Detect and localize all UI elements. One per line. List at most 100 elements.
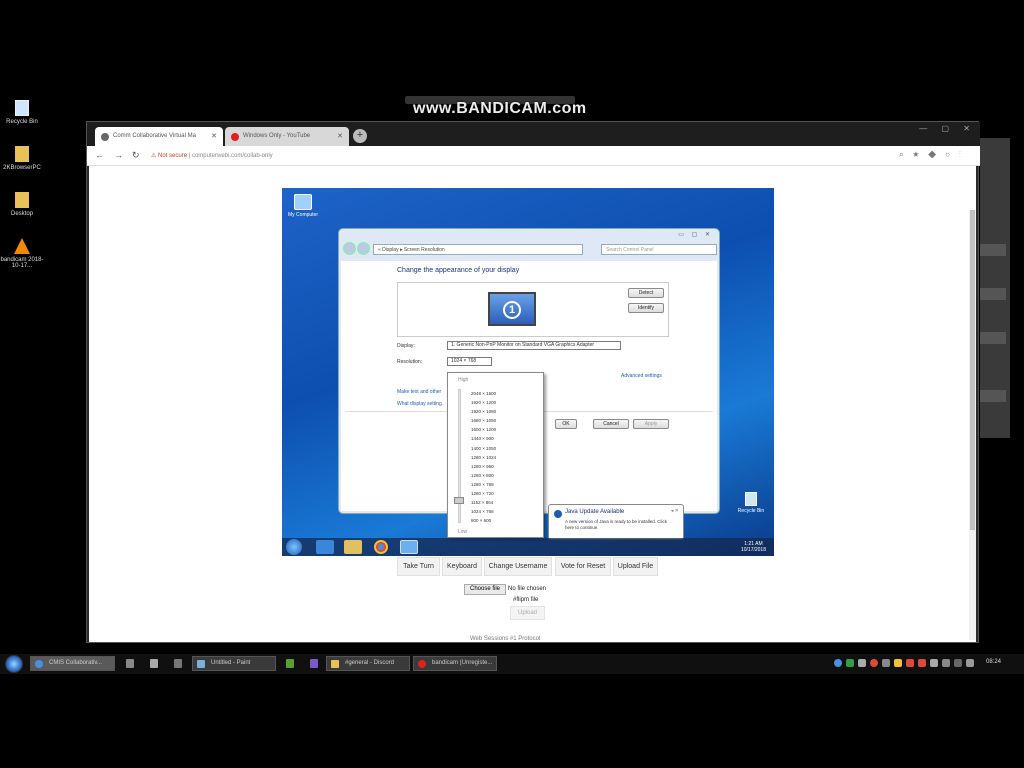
cancel-button[interactable]: Cancel — [593, 419, 629, 429]
taskbar-item-chrome[interactable]: CMIS Collaborativ... — [30, 656, 115, 671]
start-button[interactable] — [5, 655, 23, 673]
tray-icon[interactable] — [942, 659, 950, 667]
change-username-button[interactable]: Change Username — [484, 557, 552, 576]
desktop-icon-2kbrowserpc[interactable]: 2KBrowserPC — [0, 146, 44, 171]
taskbar-item-bandicam[interactable]: bandicam (Unregiste... — [413, 656, 497, 671]
choose-file-button[interactable]: Choose file — [464, 584, 506, 595]
resolution-option[interactable]: 1280 × 960 — [471, 462, 531, 471]
text-size-link[interactable]: Make text and other — [397, 389, 441, 395]
ok-button[interactable]: OK — [555, 419, 577, 429]
breadcrumb[interactable]: « Display ▸ Screen Resolution — [373, 244, 583, 255]
network-icon[interactable] — [954, 659, 962, 667]
resolution-option[interactable]: 1680 × 1050 — [471, 416, 531, 425]
advanced-settings-link[interactable]: Advanced settings — [621, 373, 662, 379]
remote-desktop[interactable]: My Computer Recycle Bin ▭ ▢ ✕ « Display … — [282, 188, 774, 556]
resolution-option[interactable]: 1280 × 720 — [471, 489, 531, 498]
back-icon[interactable]: ← — [95, 150, 104, 160]
apply-button[interactable]: Apply — [633, 419, 669, 429]
resolution-option[interactable]: 2048 × 1600 — [471, 389, 531, 398]
detect-button[interactable]: Detect — [628, 288, 664, 298]
vm-clock[interactable]: 1:21 AM 10/17/2018 — [741, 541, 766, 553]
taskbar-item-paint[interactable]: Untitled - Paint — [192, 656, 276, 671]
scrollbar-thumb[interactable] — [970, 210, 975, 530]
display-taskbar-icon[interactable] — [400, 540, 418, 554]
resolution-option[interactable]: 1920 × 1200 — [471, 398, 531, 407]
keyboard-button[interactable]: Keyboard — [442, 557, 482, 576]
resolution-option[interactable]: 1024 × 768 — [471, 507, 531, 516]
explorer-icon[interactable] — [344, 540, 362, 554]
ie-icon[interactable] — [316, 540, 334, 554]
volume-icon[interactable] — [966, 659, 974, 667]
tray-icon[interactable] — [834, 659, 842, 667]
taskbar-item-discord[interactable]: #general - Discord — [326, 656, 410, 671]
resolution-option[interactable]: 1920 × 1080 — [471, 407, 531, 416]
tray-icon[interactable] — [918, 659, 926, 667]
tray-icon[interactable] — [846, 659, 854, 667]
resolution-dropdown[interactable]: High 2048 × 1600 1920 × 1200 1920 × 1080 16… — [447, 372, 544, 538]
tray-icon[interactable] — [870, 659, 878, 667]
resolution-option[interactable]: 1280 × 800 — [471, 471, 531, 480]
zoom-icon[interactable]: ⌕ — [899, 150, 912, 159]
window-caption-buttons[interactable]: ▭ ▢ ✕ — [678, 231, 713, 238]
tray-icon[interactable] — [930, 659, 938, 667]
forward-icon[interactable] — [357, 242, 370, 255]
reload-icon[interactable]: ↻ — [132, 150, 140, 161]
menu-icon[interactable]: ⋮ — [959, 150, 970, 159]
app-icon[interactable] — [286, 659, 294, 668]
display-select[interactable]: 1. Generic Non-PnP Monitor on Standard V… — [447, 341, 621, 350]
vote-reset-button[interactable]: Vote for Reset — [555, 557, 611, 576]
resolution-option[interactable]: 1440 × 900 — [471, 434, 531, 443]
taskbar-clock[interactable]: 08:24 — [986, 659, 1001, 665]
search-control-panel-input[interactable]: Search Control Panel — [601, 244, 717, 255]
upload-file-button[interactable]: Upload File — [613, 557, 658, 576]
vm-recycle-bin[interactable]: Recycle Bin — [734, 492, 768, 514]
file-status: No file chosen — [508, 586, 547, 592]
display-settings-help-link[interactable]: What display setting — [397, 401, 442, 407]
page-footer-text: Web Sessions #1 Protocol — [470, 636, 541, 642]
take-turn-button[interactable]: Take Turn — [397, 557, 440, 576]
upload-button[interactable]: Upload — [510, 606, 545, 620]
window-icon[interactable] — [150, 659, 158, 668]
resolution-option[interactable]: 800 × 600 — [471, 516, 531, 525]
resolution-select[interactable]: 1024 × 768 — [447, 357, 492, 366]
desktop-icon-label: bandicam 2018-10-17... — [0, 257, 44, 269]
identify-button[interactable]: Identify — [628, 303, 664, 313]
resolution-option[interactable]: 1600 × 1200 — [471, 425, 531, 434]
new-tab-button[interactable]: + — [353, 129, 367, 143]
resolution-slider-thumb[interactable] — [454, 497, 464, 504]
monitor-icon[interactable]: 1 — [488, 292, 536, 326]
low-label: Low — [458, 529, 468, 535]
resolution-option[interactable]: 1280 × 1024 — [471, 453, 531, 462]
profile-icon[interactable]: ○ — [945, 150, 959, 159]
tray-icon[interactable] — [906, 659, 914, 667]
desktop-icon-recycle-bin[interactable]: Recycle Bin — [0, 100, 44, 125]
tray-icon[interactable] — [858, 659, 866, 667]
tab-youtube[interactable]: Windows Only - YouTube ✕ — [225, 127, 349, 146]
java-update-notification[interactable]: Java Update Available A new version of J… — [548, 504, 684, 540]
extension-icon[interactable]: ◆ — [928, 150, 945, 159]
address-bar[interactable]: ⚠ Not secure | computerwebi.com/collab-o… — [151, 149, 891, 163]
resolution-option[interactable]: 1280 × 768 — [471, 480, 531, 489]
tray-icon[interactable] — [894, 659, 902, 667]
back-icon[interactable] — [343, 242, 356, 255]
close-tab-icon[interactable]: ✕ — [211, 132, 217, 140]
vm-start-button[interactable] — [286, 539, 302, 555]
page-scrollbar[interactable] — [969, 210, 976, 640]
close-notification-icon[interactable]: ◂ ✕ — [671, 508, 679, 514]
vm-my-computer[interactable]: My Computer — [288, 194, 318, 218]
tab-collab[interactable]: Comm Collaborative Virtual Ma ✕ — [95, 127, 223, 146]
taskbar-item-label: #general - Discord — [345, 660, 395, 666]
resolution-option[interactable]: 1152 × 864 — [471, 498, 531, 507]
bookmark-star-icon[interactable]: ★ — [913, 150, 929, 159]
tray-icon[interactable] — [882, 659, 890, 667]
window-controls[interactable]: — ▢ ✕ — [919, 124, 976, 133]
terminal-icon[interactable] — [126, 659, 134, 668]
chrome-icon[interactable] — [374, 540, 388, 554]
forward-icon[interactable]: → — [114, 150, 123, 160]
resolution-option[interactable]: 1400 × 1050 — [471, 444, 531, 453]
visual-studio-icon[interactable] — [310, 659, 318, 668]
desktop-icon-bandicam-video[interactable]: bandicam 2018-10-17... — [0, 238, 44, 269]
app-icon[interactable] — [174, 659, 182, 668]
desktop-icon-desktop[interactable]: Desktop — [0, 192, 44, 217]
close-tab-icon[interactable]: ✕ — [337, 132, 343, 140]
